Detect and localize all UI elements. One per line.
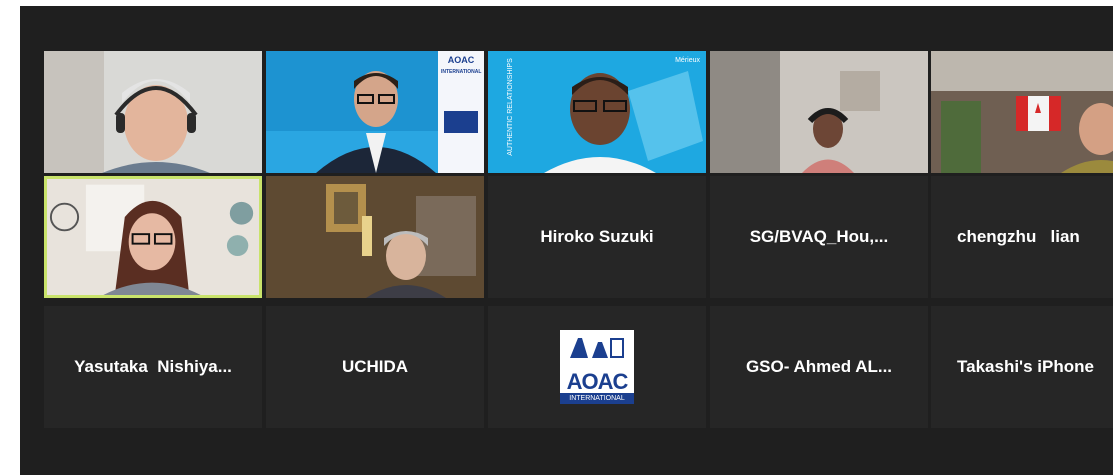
participant-video xyxy=(47,179,259,295)
video-tile-woman-headset[interactable] xyxy=(710,51,928,173)
participant-tile-chengzhu[interactable]: chengzhu lian xyxy=(931,176,1113,298)
participant-tile-takashi[interactable]: Takashi's iPhone xyxy=(931,306,1113,428)
participant-tile-yasutaka[interactable]: Yasutaka Nishiya... xyxy=(44,306,262,428)
participant-video xyxy=(931,51,1113,173)
participant-video xyxy=(266,176,484,298)
video-tile-man-glasses-aoac[interactable]: AOAC INTERNATIONAL xyxy=(266,51,484,173)
participant-tile-hiroko-suzuki[interactable]: Hiroko Suzuki xyxy=(488,176,706,298)
participant-tile-aoac-logo[interactable]: AOAC INTERNATIONAL xyxy=(488,306,706,428)
video-tile-woman-active-speaker[interactable] xyxy=(44,176,262,298)
participant-name: SG/BVAQ_Hou,... xyxy=(749,227,889,246)
video-tile-man-canada-flag[interactable] xyxy=(931,51,1113,173)
aoac-banner-subtitle: INTERNATIONAL xyxy=(441,69,482,75)
participant-name: Hiroko Suzuki xyxy=(540,227,654,246)
participant-name: GSO- Ahmed AL... xyxy=(745,357,893,376)
vertical-caption-text: AUTHENTIC RELATIONSHIPS xyxy=(506,58,514,156)
video-tile-man-headset[interactable] xyxy=(44,51,262,173)
participant-video xyxy=(710,51,928,173)
video-tile-man-handshake-bg[interactable]: AUTHENTIC RELATIONSHIPS Mérieux xyxy=(488,51,706,173)
participant-tile-gso-ahmed[interactable]: GSO- Ahmed AL... xyxy=(710,306,928,428)
meeting-gallery: AOAC INTERNATIONAL AUTHENTIC RELATIONSHI… xyxy=(20,6,1113,475)
aoac-banner-title: AOAC xyxy=(447,55,475,65)
participant-name: UCHIDA xyxy=(341,357,409,376)
participant-name: Takashi's iPhone xyxy=(957,357,1094,376)
participant-name: Yasutaka Nishiya... xyxy=(74,357,232,376)
vertical-caption: AUTHENTIC RELATIONSHIPS xyxy=(488,58,560,156)
aoac-logo-subtitle: INTERNATIONAL xyxy=(560,393,634,404)
participant-name: chengzhu lian xyxy=(957,227,1080,246)
flask-book-icon xyxy=(568,334,626,360)
brand-small-text: Mérieux xyxy=(675,57,700,64)
participant-tile-sg-bvaq[interactable]: SG/BVAQ_Hou,... xyxy=(710,176,928,298)
participant-video xyxy=(44,51,262,173)
participant-tile-uchida[interactable]: UCHIDA xyxy=(266,306,484,428)
aoac-banner: AOAC INTERNATIONAL xyxy=(441,55,481,77)
aoac-logo-title: AOAC xyxy=(566,369,629,394)
aoac-logo: AOAC INTERNATIONAL xyxy=(560,330,634,404)
video-tile-woman-kitchen[interactable] xyxy=(266,176,484,298)
